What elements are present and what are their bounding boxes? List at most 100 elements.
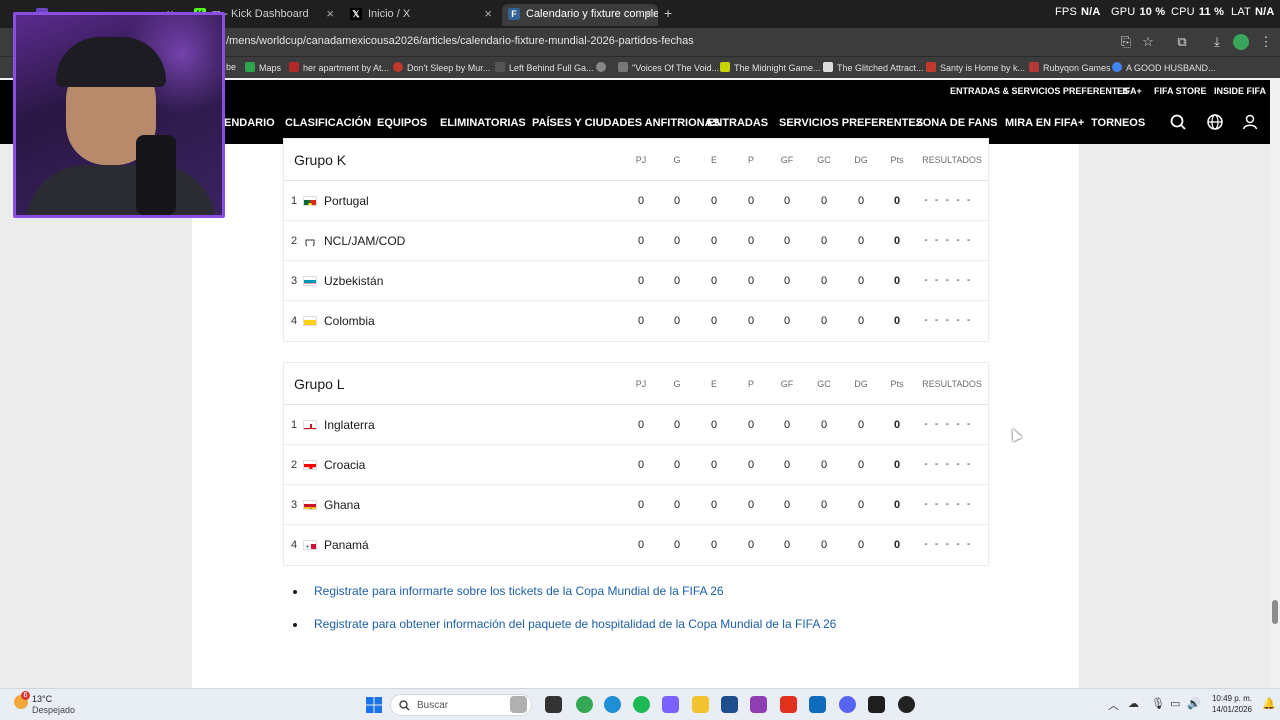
bookmark-favicon [393, 62, 403, 72]
bookmark-item[interactable]: The Glitched Attract... [823, 62, 924, 73]
close-icon[interactable]: × [326, 4, 334, 24]
topnav-entradas[interactable]: ENTRADAS & SERVICIOS PREFERENTES [950, 86, 1129, 96]
nav-torneos[interactable]: TORNEOS [1091, 117, 1145, 129]
file-explorer-icon[interactable] [692, 696, 709, 713]
col-e: E [710, 155, 717, 165]
nav-equipos[interactable]: EQUIPOS [377, 117, 427, 129]
outlook-icon[interactable] [809, 696, 826, 713]
bookmark-item[interactable]: Maps [245, 62, 281, 73]
nav-servicios-preferentes[interactable]: SERVICIOS PREFERENTES [779, 117, 923, 129]
team-name[interactable]: Inglaterra [324, 418, 375, 432]
table-row[interactable]: 1 Inglaterra 0 0 0 0 0 0 0 0 - - - - - [284, 405, 988, 445]
store-icon[interactable] [721, 696, 738, 713]
team-name[interactable]: NCL/JAM/COD [324, 234, 405, 248]
stat-pj: 0 [637, 459, 645, 471]
user-icon[interactable] [1241, 113, 1259, 131]
new-tab-button[interactable]: + [664, 5, 672, 21]
col-pj: PJ [635, 155, 647, 165]
bookmark-item[interactable] [596, 62, 610, 73]
notifications-icon[interactable]: 🔔 [1262, 697, 1276, 710]
weather-temp: 13°C [32, 694, 53, 704]
nav-paises-ciudades[interactable]: PAÍSES Y CIUDADES ANFITRIONAS [532, 117, 720, 129]
col-g: G [673, 155, 681, 165]
system-clock[interactable]: 10:49 p. m. 14/01/2026 [1204, 693, 1252, 715]
discord-icon[interactable] [839, 696, 856, 713]
topnav-fifa-store[interactable]: FIFA STORE [1154, 86, 1207, 96]
table-row[interactable]: 4 Panamá 0 0 0 0 0 0 0 0 - - - - - [284, 525, 988, 565]
bookmark-item[interactable]: "Voices Of The Void... [618, 62, 719, 73]
bookmark-item[interactable]: Don't Sleep by Mur... [393, 62, 490, 73]
bookmark-item[interactable]: The Midnight Game... [720, 62, 821, 73]
task-view-icon[interactable] [545, 696, 562, 713]
globe-icon[interactable] [1206, 113, 1224, 131]
nav-mira-en-fifa-plus[interactable]: MIRA EN FIFA+ [1005, 117, 1084, 129]
table-row[interactable]: 2 NCL/JAM/COD 0 0 0 0 0 0 0 0 - - - - - [284, 221, 988, 261]
close-icon[interactable]: × [644, 4, 652, 24]
search-icon[interactable] [1169, 113, 1187, 131]
team-position: 4 [291, 315, 298, 327]
stat-pj: 0 [637, 275, 645, 287]
team-name[interactable]: Croacia [324, 458, 365, 472]
registration-links: Registrate para informarte sobre los tic… [290, 584, 836, 650]
nav-eliminatorias[interactable]: ELIMINATORIAS [440, 117, 526, 129]
table-row[interactable]: 3 Uzbekistán 0 0 0 0 0 0 0 0 - - - - - [284, 261, 988, 301]
hospitality-link[interactable]: Registrate para obtener información del … [290, 617, 836, 650]
bookmark-item[interactable]: Santy is Home by k... [926, 62, 1025, 73]
nav-entradas[interactable]: ENTRADAS [707, 117, 768, 129]
profile-avatar[interactable] [1233, 34, 1249, 50]
volume-icon[interactable]: 🔊 [1187, 697, 1201, 710]
windows-start-icon[interactable] [366, 697, 382, 713]
tickets-link[interactable]: Registrate para informarte sobre los tic… [290, 584, 836, 617]
copilot-icon[interactable] [662, 696, 679, 713]
bookmark-item[interactable]: her apartment by At... [289, 62, 389, 73]
microphone-icon[interactable]: 🎙 [1151, 697, 1165, 710]
download-icon[interactable]: ⤓ [1209, 34, 1225, 50]
clock-time: 10:49 p. m. [1211, 694, 1252, 703]
table-row[interactable]: 4 Colombia 0 0 0 0 0 0 0 0 - - - - - [284, 301, 988, 341]
table-row[interactable]: 2 Croacia 0 0 0 0 0 0 0 0 - - - - - [284, 445, 988, 485]
page-scrollbar[interactable] [1270, 80, 1280, 688]
stat-p: 0 [747, 315, 755, 327]
nav-zona-de-fans[interactable]: ZONA DE FANS [916, 117, 998, 129]
onedrive-icon[interactable]: ☁ [1128, 697, 1139, 710]
scrollbar-thumb[interactable] [1272, 600, 1278, 624]
extensions-icon[interactable]: ⧉ [1174, 34, 1190, 50]
topnav-inside-fifa[interactable]: INSIDE FIFA [1214, 86, 1266, 96]
team-name[interactable]: Colombia [324, 314, 375, 328]
stat-e: 0 [710, 499, 718, 511]
nav-calendario[interactable]: ENDARIO [224, 117, 275, 129]
youtube-icon[interactable] [780, 696, 797, 713]
terminal-icon[interactable] [868, 696, 885, 713]
team-name[interactable]: Uzbekistán [324, 274, 383, 288]
bookmark-item[interactable]: A GOOD HUSBAND... [1112, 62, 1216, 73]
tray-chevron-icon[interactable]: ︿ [1108, 697, 1119, 713]
team-name[interactable]: Ghana [324, 498, 360, 512]
stat-gf: 0 [783, 315, 791, 327]
close-icon[interactable]: × [484, 4, 492, 24]
bookmark-item[interactable]: be [226, 62, 236, 72]
panama-flag-icon [303, 540, 317, 550]
bookmark-star-icon[interactable]: ☆ [1140, 34, 1156, 50]
chrome-icon[interactable] [576, 696, 593, 713]
url-field[interactable]: /mens/worldcup/canadamexicousa2026/artic… [226, 35, 694, 47]
tab-fifa-calendario[interactable]: F Calendario y fixture completo d × [502, 4, 658, 26]
app-icon[interactable] [750, 696, 767, 713]
widgets-icon[interactable] [510, 696, 527, 713]
menu-icon[interactable]: ⋮ [1258, 34, 1274, 50]
table-row[interactable]: 3 Ghana 0 0 0 0 0 0 0 0 - - - - - [284, 485, 988, 525]
team-name[interactable]: Panamá [324, 538, 369, 552]
bookmark-item[interactable]: Rubyqon Games [1029, 62, 1111, 73]
group-table-l: Grupo L PJ G E P GF GC DG Pts RESULTADOS… [283, 362, 989, 566]
bookmark-item[interactable]: Left Behind Full Ga... [495, 62, 594, 73]
obs-icon[interactable] [898, 696, 915, 713]
install-app-icon[interactable]: ⎘ [1118, 34, 1134, 50]
nav-clasificacion[interactable]: CLASIFICACIÓN [285, 117, 371, 129]
team-name[interactable]: Portugal [324, 194, 369, 208]
tab-inicio-x[interactable]: 𝕏 Inicio / X × [344, 4, 498, 26]
table-row[interactable]: 1 Portugal 0 0 0 0 0 0 0 0 - - - - - [284, 181, 988, 221]
spotify-icon[interactable] [633, 696, 650, 713]
group-header: Grupo K PJ G E P GF GC DG Pts RESULTADOS [284, 139, 988, 181]
topnav-fifa-plus[interactable]: FIFA+ [1117, 86, 1142, 96]
edge-icon[interactable] [604, 696, 621, 713]
network-icon[interactable]: ▭ [1170, 697, 1180, 710]
